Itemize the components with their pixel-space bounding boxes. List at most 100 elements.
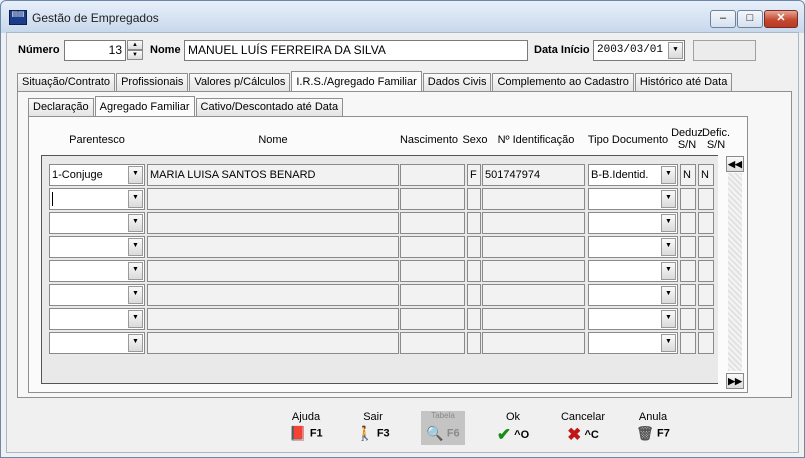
chevron-down-icon[interactable]: ▼ — [128, 238, 143, 256]
sexo-cell[interactable] — [467, 188, 481, 210]
nascimento-cell[interactable] — [400, 212, 465, 234]
parentesco-select[interactable]: 1-Conjuge ▼ — [49, 164, 145, 186]
cancel-button[interactable]: Cancelar ✖ ^C — [553, 411, 613, 445]
tab-situacao-contrato[interactable]: Situação/Contrato — [17, 73, 116, 91]
sexo-cell[interactable] — [467, 212, 481, 234]
tab-agregado-familiar[interactable]: Agregado Familiar — [94, 96, 195, 117]
nascimento-cell[interactable] — [400, 284, 465, 306]
chevron-down-icon[interactable]: ▼ — [128, 214, 143, 232]
table-button[interactable]: Tabela 🔍 F6 — [421, 411, 465, 445]
parentesco-select[interactable]: ▼ — [49, 260, 145, 282]
data-inicio-field[interactable]: 2003/03/01 ▼ — [593, 40, 685, 61]
nome-cell[interactable] — [147, 332, 399, 354]
tipo-documento-select[interactable]: ▼ — [588, 188, 678, 210]
chevron-down-icon[interactable]: ▼ — [128, 310, 143, 328]
nascimento-cell[interactable] — [400, 188, 465, 210]
nome-cell[interactable] — [147, 308, 399, 330]
chevron-down-icon[interactable]: ▼ — [128, 334, 143, 352]
deduz-cell[interactable] — [680, 260, 696, 282]
defic-cell[interactable] — [698, 308, 714, 330]
exit-button[interactable]: Sair 🚶 F3 — [343, 411, 403, 445]
chevron-down-icon[interactable]: ▼ — [661, 214, 676, 232]
sexo-cell[interactable] — [467, 236, 481, 258]
defic-cell[interactable] — [698, 188, 714, 210]
nome-cell[interactable] — [147, 260, 399, 282]
parentesco-select[interactable]: ▼ — [49, 308, 145, 330]
tipo-documento-select[interactable]: ▼ — [588, 260, 678, 282]
chevron-down-icon[interactable]: ▼ — [128, 166, 143, 184]
tab-cativo-descontado[interactable]: Cativo/Descontado até Data — [195, 98, 344, 116]
sexo-cell[interactable] — [467, 332, 481, 354]
defic-cell[interactable] — [698, 332, 714, 354]
grid-scrollbar-track[interactable] — [728, 173, 742, 371]
parentesco-select[interactable]: ▼ — [49, 332, 145, 354]
tab-dados-civis[interactable]: Dados Civis — [422, 73, 492, 91]
chevron-down-icon[interactable]: ▼ — [661, 334, 676, 352]
identificacao-cell[interactable] — [482, 212, 585, 234]
identificacao-cell[interactable] — [482, 308, 585, 330]
chevron-down-icon[interactable]: ▼ — [668, 42, 683, 59]
chevron-down-icon[interactable]: ▼ — [661, 190, 676, 208]
spin-up-icon[interactable]: ▲ — [127, 40, 143, 50]
tipo-documento-select[interactable]: ▼ — [588, 284, 678, 306]
tab-profissionais[interactable]: Profissionais — [116, 73, 189, 91]
chevron-down-icon[interactable]: ▼ — [661, 238, 676, 256]
nascimento-cell[interactable] — [400, 308, 465, 330]
nascimento-cell[interactable] — [400, 164, 465, 186]
defic-cell[interactable] — [698, 284, 714, 306]
chevron-down-icon[interactable]: ▼ — [128, 286, 143, 304]
identificacao-cell[interactable] — [482, 332, 585, 354]
parentesco-select[interactable]: ▼ — [49, 236, 145, 258]
defic-cell[interactable] — [698, 260, 714, 282]
deduz-cell[interactable] — [680, 188, 696, 210]
nome-cell[interactable] — [147, 284, 399, 306]
identificacao-cell[interactable]: 501747974 — [482, 164, 585, 186]
spin-down-icon[interactable]: ▼ — [127, 50, 143, 60]
defic-cell[interactable] — [698, 236, 714, 258]
ok-button[interactable]: Ok ✔ ^O — [483, 411, 543, 445]
deduz-cell[interactable] — [680, 236, 696, 258]
chevron-down-icon[interactable]: ▼ — [661, 310, 676, 328]
chevron-down-icon[interactable]: ▼ — [661, 166, 676, 184]
tipo-documento-select[interactable]: ▼ — [588, 236, 678, 258]
deduz-cell[interactable] — [680, 284, 696, 306]
nascimento-cell[interactable] — [400, 260, 465, 282]
minimize-button[interactable]: ‒ — [710, 10, 736, 28]
chevron-down-icon[interactable]: ▼ — [661, 262, 676, 280]
parentesco-select[interactable]: ▼ — [49, 284, 145, 306]
tipo-documento-select[interactable]: ▼ — [588, 332, 678, 354]
nome-cell[interactable] — [147, 188, 399, 210]
nascimento-cell[interactable] — [400, 332, 465, 354]
numero-spinner[interactable]: ▲ ▼ — [127, 40, 143, 61]
identificacao-cell[interactable] — [482, 236, 585, 258]
deduz-cell[interactable]: N — [680, 164, 696, 186]
parentesco-select[interactable]: ▼ — [49, 188, 145, 210]
nascimento-cell[interactable] — [400, 236, 465, 258]
defic-cell[interactable]: N — [698, 164, 714, 186]
sexo-cell[interactable] — [467, 284, 481, 306]
deduz-cell[interactable] — [680, 332, 696, 354]
deduz-cell[interactable] — [680, 212, 696, 234]
defic-cell[interactable] — [698, 212, 714, 234]
numero-field[interactable]: 13 — [64, 40, 126, 61]
nome-cell[interactable] — [147, 236, 399, 258]
chevron-down-icon[interactable]: ▼ — [128, 262, 143, 280]
sexo-cell[interactable] — [467, 260, 481, 282]
tab-historico-ate-data[interactable]: Histórico até Data — [634, 73, 733, 91]
chevron-down-icon[interactable]: ▼ — [128, 190, 143, 208]
parentesco-select[interactable]: ▼ — [49, 212, 145, 234]
sexo-cell[interactable] — [467, 308, 481, 330]
chevron-down-icon[interactable]: ▼ — [661, 286, 676, 304]
identificacao-cell[interactable] — [482, 260, 585, 282]
close-button[interactable]: ✕ — [764, 10, 798, 28]
maximize-button[interactable]: □ — [737, 10, 763, 28]
tipo-documento-select[interactable]: ▼ — [588, 308, 678, 330]
scroll-down-button[interactable]: ▶▶ — [726, 373, 744, 389]
scroll-up-button[interactable]: ◀◀ — [726, 156, 744, 172]
tab-valores-calculos[interactable]: Valores p/Cálculos — [189, 73, 291, 91]
deduz-cell[interactable] — [680, 308, 696, 330]
tab-declaracao[interactable]: Declaração — [28, 98, 94, 116]
identificacao-cell[interactable] — [482, 188, 585, 210]
nome-cell[interactable]: MARIA LUISA SANTOS BENARD — [147, 164, 399, 186]
tab-complemento-cadastro[interactable]: Complemento ao Cadastro — [492, 73, 634, 91]
